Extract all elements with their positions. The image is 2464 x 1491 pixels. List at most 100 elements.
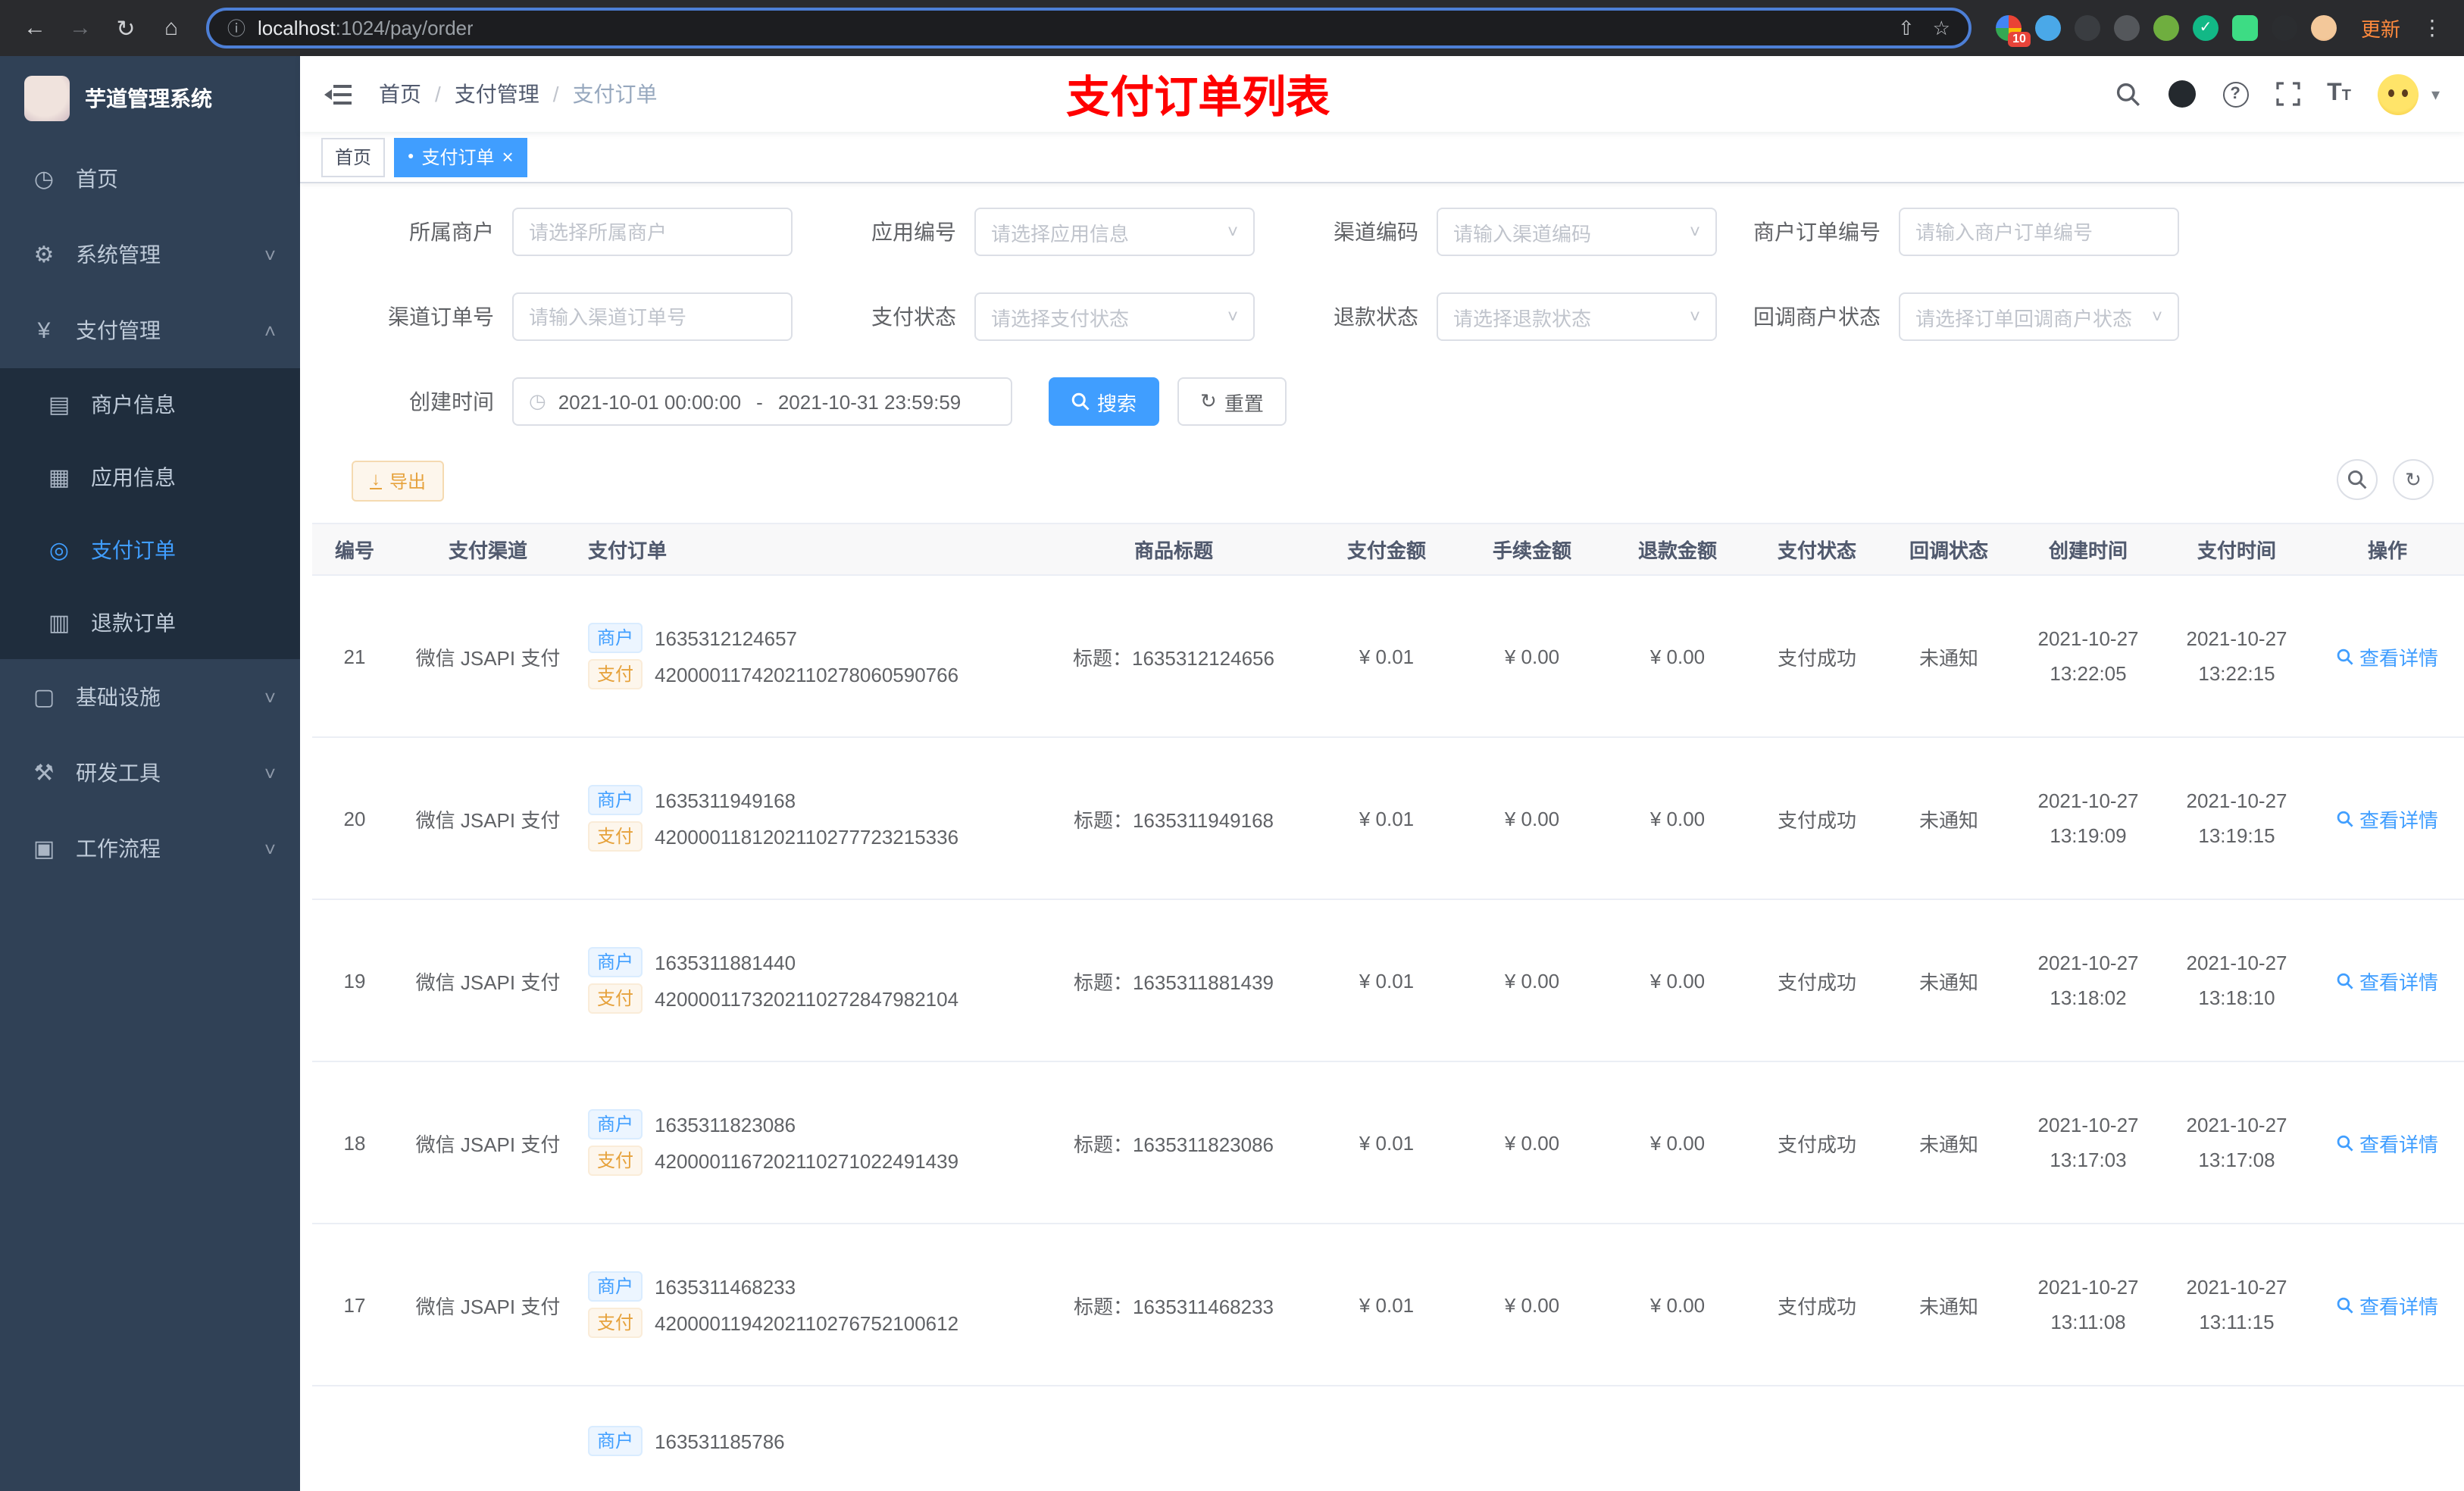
browser-update-button[interactable]: 更新 [2352, 14, 2409, 42]
view-detail-link[interactable]: 查看详情 [2337, 1290, 2438, 1319]
merchant-input[interactable] [512, 208, 793, 256]
filter-pay-status: 支付状态 请选择支付状态 ˅ [793, 292, 1255, 341]
pay-order-no: 4200001173202110272847982104 [655, 987, 959, 1010]
filter-row-1: 所属商户 应用编号 请选择应用信息 ˅ 渠道编码 请输入渠道编码 [330, 208, 2464, 256]
chevron-down-icon: ˅ [264, 686, 276, 708]
merchant-order-no: 1635311949168 [655, 789, 796, 811]
hamburger-icon[interactable] [324, 79, 355, 109]
browser-menu-icon[interactable]: ⋮ [2416, 15, 2449, 41]
forward-icon[interactable]: → [61, 8, 100, 48]
cell-paid: 2021-10-27 13:19:15 [2162, 737, 2311, 900]
filter-row-2: 渠道订单号 支付状态 请选择支付状态 ˅ 退款状态 请选择退款状态 [330, 292, 2464, 341]
sidebar-item-home[interactable]: ◷ 首页 [0, 141, 300, 217]
font-size-icon[interactable]: TT [2327, 81, 2351, 105]
cell-fee: ¥ 0.00 [1459, 737, 1605, 900]
search-icon[interactable] [2115, 81, 2140, 107]
site-info-icon[interactable]: ⓘ [227, 15, 245, 41]
view-detail-link[interactable]: 查看详情 [2337, 1128, 2438, 1157]
merchant-order-no-input[interactable] [1899, 208, 2179, 256]
app-no-select[interactable]: 请选择应用信息 ˅ [974, 208, 1255, 256]
extension-badge: 10 [2008, 32, 2031, 47]
tab-pay-order[interactable]: ● 支付订单 × [394, 137, 527, 177]
github-icon[interactable] [2168, 80, 2196, 108]
close-icon[interactable]: × [502, 147, 514, 167]
channel-order-no-input[interactable] [512, 292, 793, 341]
reset-button[interactable]: ↻ 重置 [1177, 377, 1287, 426]
pin-extension-icon[interactable] [2271, 15, 2297, 41]
view-detail-link[interactable]: 查看详情 [2337, 966, 2438, 995]
profile-extension-icon[interactable] [2310, 15, 2337, 41]
sidebar-item-payment[interactable]: ¥ 支付管理 ˄ [0, 292, 300, 368]
dark-extension-icon-2[interactable] [2113, 15, 2140, 41]
screenshot-stage: ← → ↻ ⌂ ⓘ localhost:1024/pay/order ⇧ ☆ 1… [0, 0, 2464, 1491]
merchant-order-no: 1635311881440 [655, 951, 796, 974]
header-paid: 支付时间 [2162, 523, 2311, 576]
cell-paid: 2021-10-27 13:18:10 [2162, 899, 2311, 1062]
search-toggle-button[interactable] [2337, 459, 2378, 500]
merchant-tag: 商户 [588, 947, 643, 977]
check-extension-icon[interactable]: ✓ [2192, 15, 2219, 41]
fullscreen-icon[interactable] [2275, 82, 2300, 106]
table-row: 21 微信 JSAPI 支付 商户 1635312124657 支付 4200001… [312, 575, 2464, 738]
cell-amount: ¥ 0.01 [1314, 737, 1459, 900]
notify-status-select[interactable]: 请选择订单回调商户状态 ˅ [1899, 292, 2179, 341]
sidebar: 芋道管理系统 ◷ 首页 ⚙ 系统管理 ˅ ¥ 支付管理 ˄ ▤ 商户信息 ▦ 应… [0, 56, 300, 1491]
refund-status-select[interactable]: 请选择退款状态 ˅ [1437, 292, 1717, 341]
sidebar-item-devtools[interactable]: ⚒ 研发工具 ˅ [0, 735, 300, 811]
header-id: 编号 [312, 523, 397, 576]
colorful-extension-icon[interactable]: 10 [1995, 15, 2031, 47]
filter-merchant-order-no-label: 商户订单编号 [1753, 220, 1881, 244]
user-avatar[interactable] [2378, 73, 2419, 114]
home-icon[interactable]: ⌂ [152, 8, 191, 48]
cell-amount: ¥ 0.01 [1314, 575, 1459, 738]
address-bar[interactable]: ⓘ localhost:1024/pay/order ⇧ ☆ [206, 8, 1972, 48]
bookmark-star-icon[interactable]: ☆ [1933, 16, 1950, 40]
reload-icon[interactable]: ↻ [106, 8, 145, 48]
briefcase-icon: ▣ [33, 836, 55, 862]
green-extension-icon[interactable] [2153, 15, 2179, 41]
sidebar-item-pay-order[interactable]: ◎ 支付订单 [0, 514, 300, 586]
filter-app-no-label: 应用编号 [871, 220, 956, 244]
chat-extension-icon[interactable] [2231, 15, 2258, 41]
url-text: localhost:1024/pay/order [258, 17, 474, 39]
date-start: 2021-10-01 00:00:00 [558, 390, 742, 413]
export-button[interactable]: ↓ 导出 [352, 460, 445, 501]
breadcrumb-home[interactable]: 首页 [379, 79, 421, 109]
sidebar-item-refund-order[interactable]: ▥ 退款订单 [0, 586, 300, 659]
search-button[interactable]: 搜索 [1049, 377, 1160, 426]
caret-down-icon[interactable]: ▾ [2431, 84, 2440, 104]
view-detail-link[interactable]: 查看详情 [2337, 804, 2438, 833]
view-detail-link[interactable]: 查看详情 [2337, 642, 2438, 670]
page-content: 所属商户 应用编号 请选择应用信息 ˅ 渠道编码 请输入渠道编码 [300, 183, 2464, 1491]
pay-status-select[interactable]: 请选择支付状态 ˅ [974, 292, 1255, 341]
tab-home[interactable]: 首页 [321, 137, 386, 177]
table-row: 17 微信 JSAPI 支付 商户 1635311468233 支付 4200001… [312, 1224, 2464, 1386]
cell-amount: ¥ 0.01 [1314, 899, 1459, 1062]
sidebar-item-app-info[interactable]: ▦ 应用信息 [0, 441, 300, 514]
cell-action: 查看详情 [2311, 899, 2464, 1062]
document-icon: ▥ [48, 611, 70, 636]
sidebar-item-infra[interactable]: ▢ 基础设施 ˅ [0, 659, 300, 735]
filter-merchant-order-no: 商户订单编号 [1717, 208, 2179, 256]
breadcrumb-payment[interactable]: 支付管理 [455, 79, 539, 109]
back-icon[interactable]: ← [15, 8, 55, 48]
refresh-table-button[interactable]: ↻ [2393, 459, 2434, 500]
cell-refund: ¥ 0.00 [1605, 1224, 1750, 1386]
cell-action: 查看详情 [2311, 737, 2464, 900]
cell-id: 19 [312, 899, 397, 1062]
sidebar-item-merchant-info[interactable]: ▤ 商户信息 [0, 368, 300, 441]
chevron-down-icon: ˅ [1689, 221, 1700, 242]
create-time-range[interactable]: ◷ 2021-10-01 00:00:00 - 2021-10-31 23:59… [512, 377, 1012, 426]
sidebar-item-system[interactable]: ⚙ 系统管理 ˅ [0, 217, 300, 292]
share-icon[interactable]: ⇧ [1898, 16, 1915, 40]
sidebar-item-workflow[interactable]: ▣ 工作流程 ˅ [0, 811, 300, 886]
dark-extension-icon[interactable] [2074, 15, 2100, 41]
tags-view-bar: 首页 ● 支付订单 × [300, 132, 2464, 183]
filter-refund-status-label: 退款状态 [1334, 305, 1418, 329]
chevron-down-icon: ˅ [264, 761, 276, 784]
channel-code-select[interactable]: 请输入渠道编码 ˅ [1437, 208, 1717, 256]
header-refund: 退款金额 [1605, 523, 1750, 576]
drop-extension-icon[interactable] [2034, 15, 2061, 41]
help-icon[interactable]: ? [2222, 81, 2249, 107]
pay-tag: 支付 [588, 659, 643, 689]
